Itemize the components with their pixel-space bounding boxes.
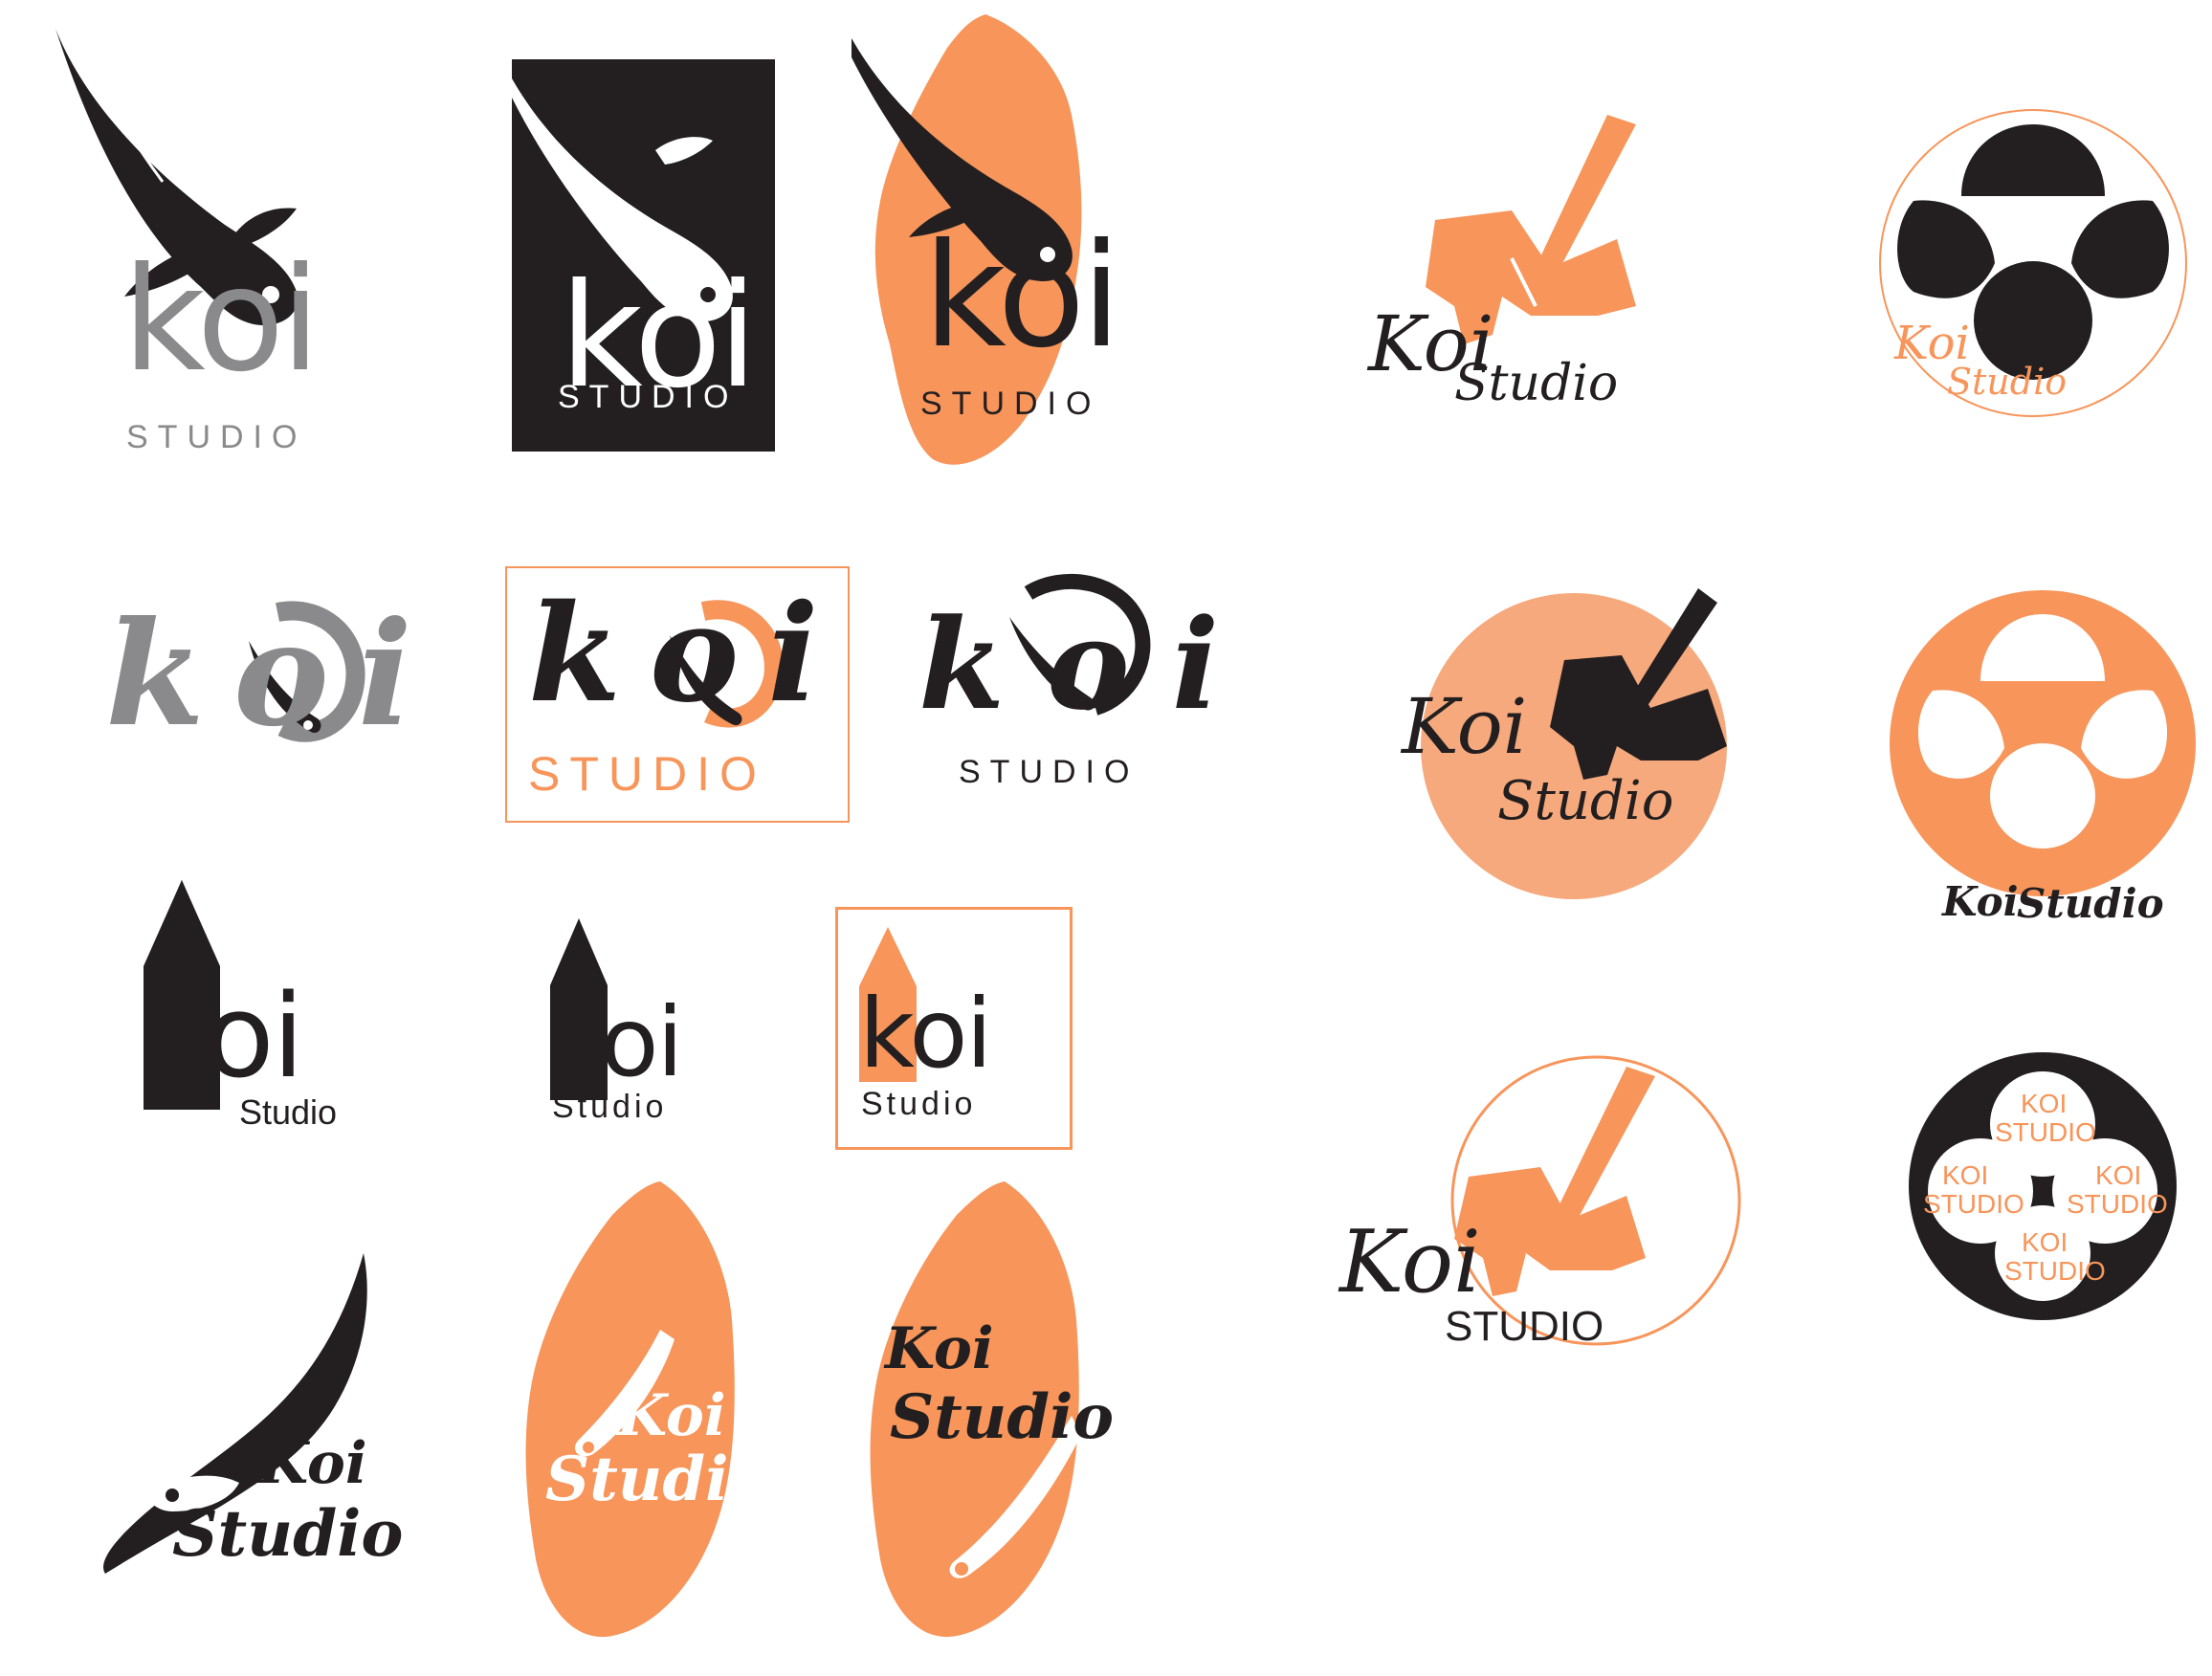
koi-scales-icon <box>1890 590 2196 896</box>
logo-koi-text: Koi <box>617 1382 726 1449</box>
logo-koi-gray-fish: koi STUDIO <box>48 19 373 459</box>
logo-koi-black-swirl: koi STUDIO <box>918 564 1244 794</box>
pattern-koi-text: KOI <box>1942 1160 1989 1190</box>
logo-koi-text: koi <box>923 213 1121 380</box>
logo-koi-gray-swirl: koi <box>105 584 421 756</box>
logo-hand-circle-outline: Koi STUDIO <box>1339 1052 1741 1368</box>
logo-koi-text: Koi <box>258 1430 367 1497</box>
logo-studio-text: STUDIO <box>959 754 1139 790</box>
logo-koi-black-box: koi STUDIO <box>512 59 775 452</box>
logo-studio-text: Studio <box>890 1381 1115 1453</box>
logo-concepts-sheet: koi STUDIO koi STUDIO koi STUDIO koi koi… <box>0 0 2212 1676</box>
logo-koi-text: koi <box>550 986 683 1098</box>
logo-scales-circle-black: Koi Studio <box>1875 105 2191 421</box>
logo-koi-text: koi <box>859 978 992 1090</box>
pattern-koi-text: KOI <box>2022 1227 2068 1257</box>
logo-studio-text: Studio <box>1497 770 1674 832</box>
logo-scales-circle-pattern: KOI STUDIO KOI STUDIO KOI STUDIO KOI STU… <box>1909 1052 2177 1320</box>
logo-studio-text: Studio <box>545 1444 770 1515</box>
pattern-studio-text: STUDIO <box>1923 1189 2024 1219</box>
logo-koi-text: koi <box>105 590 441 759</box>
logo-studio-text: Studio <box>861 1086 977 1122</box>
pattern-studio-text: STUDIO <box>2067 1189 2168 1219</box>
logo-studio-text: STUDIO <box>1445 1303 1604 1350</box>
logo-studio-text: STUDIO <box>558 379 739 415</box>
logo-koi-text: Koi <box>1894 317 1970 370</box>
pattern-koi-text: KOI <box>2095 1160 2142 1190</box>
logo-koi-text: koi <box>122 237 321 404</box>
logo-koi-black-brush: Koi Studio <box>86 1244 403 1588</box>
logo-studio-text: Studio <box>239 1092 338 1132</box>
logo-koi-pencil-framed: koi Studio <box>835 907 1073 1150</box>
pattern-koi-text: KOI <box>2021 1089 2068 1118</box>
logo-studio-text: Studio <box>1454 355 1619 412</box>
logo-koi-orange-brush-white: Koi Studio <box>498 1177 785 1645</box>
logo-koi-pencil: koi Studio <box>144 880 373 1132</box>
logo-hand-circle-orange: Koi Studio <box>1392 584 1756 909</box>
pattern-studio-text: STUDIO <box>2004 1256 2106 1286</box>
logo-studio-text: Studio <box>2017 880 2164 927</box>
logo-koi-text: Koi <box>1339 1212 1481 1312</box>
logo-hand-pencil-orange: Koi Studio <box>1368 115 1674 430</box>
logo-koi-framed: koi STUDIO <box>505 566 850 823</box>
pattern-studio-text: STUDIO <box>1995 1117 2096 1147</box>
logo-koi-text: Koi <box>885 1315 994 1382</box>
logo-koi-text: Koi <box>1942 878 2019 925</box>
logo-koi-orange-brush: koi STUDIO <box>842 10 1158 478</box>
logo-studio-text: Studio <box>1947 361 2068 403</box>
logo-studio-text: STUDIO <box>126 419 307 455</box>
logo-koi-text: Koi <box>1402 682 1528 771</box>
logo-koi-text: koi <box>918 591 1262 738</box>
logo-koi-text: koi <box>144 971 304 1104</box>
logo-studio-text: Studio <box>172 1496 404 1571</box>
logo-studio-text: Studio <box>552 1089 668 1125</box>
logo-koi-text: koi <box>528 576 848 733</box>
logo-studio-text: STUDIO <box>920 386 1101 422</box>
logo-scales-circle-orange: Koi Studio <box>1885 585 2201 939</box>
logo-koi-orange-brush-black: Koi Studio <box>852 1177 1129 1645</box>
logo-studio-text: STUDIO <box>528 747 766 801</box>
logo-koi-pencil-small: koi Studio <box>550 918 780 1129</box>
